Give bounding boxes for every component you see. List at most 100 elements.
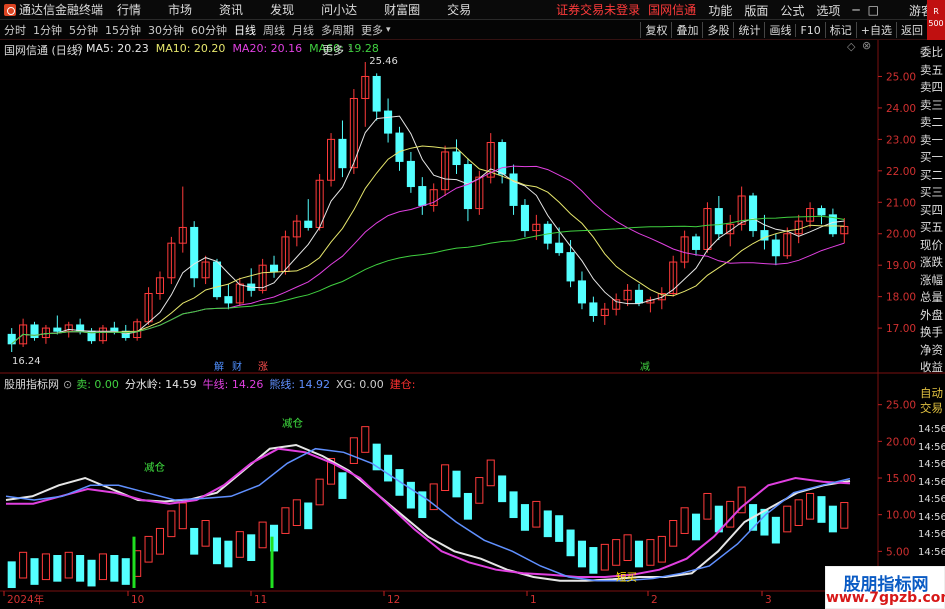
tf-weekly[interactable]: 周线 [263,22,285,38]
tick-time: 14:56 [918,476,945,488]
candle-body [634,289,644,304]
window-minimize-icon[interactable]: ─ [852,3,859,17]
indicator-bar [361,426,370,453]
tf-multi[interactable]: 多周期 [321,22,354,38]
menubar-right: 功能 版面 公式 选项 ─ □ 游客 [708,0,945,20]
indicator-bar [828,505,837,533]
candle-body [212,261,222,298]
more-indicators[interactable]: 更多 [322,42,344,58]
indicator-bar [315,478,324,506]
indicator-bar [406,481,415,509]
collapse-icon[interactable]: ◇ [847,40,855,53]
level2-badge[interactable]: R 500 [927,0,945,40]
btn-overlay[interactable]: 叠加 [671,22,702,38]
tf-more[interactable]: 更多 [361,22,383,38]
menu-options[interactable]: 选项 [816,2,840,19]
indicator-bar [53,555,62,582]
main-chart-title: 国网信通 (日线) [4,44,83,57]
indicator-bar [87,559,96,587]
legend-bear: 熊线: 14.92 [269,378,331,391]
indicator-bar [224,540,233,568]
tf-monthly[interactable]: 月线 [292,22,314,38]
quote-row-label: 净资 [920,342,943,357]
indicator-bar [384,454,393,482]
menu-discover[interactable]: 发现 [270,1,294,18]
menu-formula[interactable]: 公式 [780,2,804,19]
tick-time: 14:56 [918,511,945,523]
more-dropdown-icon[interactable]: ▾ [386,25,391,35]
indicator-bar [623,534,632,561]
high-price-label: 25.46 [369,56,398,67]
indicator-bar [600,543,609,571]
indicator-bar [292,499,301,526]
menu-ask[interactable]: 问小达 [321,1,357,18]
candle-body [749,195,758,232]
menu-trade[interactable]: 交易 [447,1,471,18]
price-axis-label: 22.00 [886,166,916,178]
price-axis-label: 25.00 [886,71,916,83]
indicator-note: 短买 [616,571,637,584]
indicator-bar [498,475,507,503]
btn-stats[interactable]: 统计 [733,22,764,38]
tf-1min[interactable]: 1分钟 [33,22,62,38]
indicator-bar [121,558,130,585]
menu-news[interactable]: 资讯 [219,1,243,18]
btn-add-watch[interactable]: +自选 [855,22,896,38]
low-price-label: 16.24 [12,356,41,367]
price-axis-label: 19.00 [886,260,916,272]
indicator-bar [555,515,564,542]
candle-body [771,239,780,257]
indicator-bar [41,553,50,581]
more-arrow-icon[interactable]: › [348,41,352,54]
indicator-bar [657,535,666,563]
indicator-bar [589,547,598,574]
auto-trade-button[interactable]: 自动交易 [918,386,945,416]
candle-body [452,151,461,166]
tf-15min[interactable]: 15分钟 [105,22,141,38]
legend-watershed: 分水岭: 14.59 [124,378,197,391]
quote-row-label: 买二 [920,167,943,182]
tf-5min[interactable]: 5分钟 [69,22,98,38]
tf-30min[interactable]: 30分钟 [148,22,184,38]
menu-wealth[interactable]: 财富圈 [384,1,420,18]
menu-functions[interactable]: 功能 [708,2,732,19]
candle-body [509,173,518,206]
indicator-bar [520,504,529,531]
indicator-bar [840,502,849,529]
menu-layout[interactable]: 版面 [744,2,768,19]
tf-intraday[interactable]: 分时 [4,22,26,38]
candle-body [338,138,347,169]
main-chart-dropdown-icon[interactable]: ⊙ [74,41,83,54]
sell-signal-bar [132,536,136,588]
menu-market[interactable]: 市场 [168,1,192,18]
indicator-bar [30,558,39,585]
indicator-axis-label: 20.00 [886,436,916,448]
btn-mark[interactable]: 标记 [824,22,856,38]
menu-bar: 通达信金融终端 行情 市场 资讯 发现 问小达 财富圈 交易 证券交易未登录 国… [0,0,945,20]
window-restore-icon[interactable]: □ [868,3,879,17]
event-marker: 涨 [258,361,268,373]
tf-60min[interactable]: 60分钟 [191,22,227,38]
indicator-dropdown-icon[interactable]: ⊙ [63,378,72,391]
indicator-bar [64,551,73,579]
indicator-bar [167,510,176,538]
close-panel-icon[interactable]: ⊗ [862,39,871,52]
app-logo-icon [4,3,16,16]
price-axis-label: 21.00 [886,197,916,209]
btn-draw[interactable]: 画线 [764,22,795,38]
legend-build: 建仓: [389,378,416,391]
legend-ma5: MA5: 20.23 [86,42,149,55]
btn-adjust[interactable]: 复权 [640,22,671,38]
menu-quotes[interactable]: 行情 [117,1,141,18]
chart-canvas[interactable]: 25.0024.0023.0022.0021.0020.0019.0018.00… [0,40,945,609]
btn-f10[interactable]: F10 [795,23,824,37]
event-marker: 财 [232,360,242,373]
chart-area[interactable]: 25.00 24.00 23.00 22.00 21.00 20.00 19.00 18.00… [0,39,945,609]
legend-ma20: MA20: 20.16 [232,42,303,55]
quote-row-label: 卖三 [920,97,943,112]
tf-daily[interactable]: 日线 [234,22,256,38]
indicator-bar [144,535,153,563]
btn-back[interactable]: 返回 [896,22,927,38]
btn-multi-stock[interactable]: 多股 [702,22,733,38]
login-warning[interactable]: 证券交易未登录 [556,1,640,18]
